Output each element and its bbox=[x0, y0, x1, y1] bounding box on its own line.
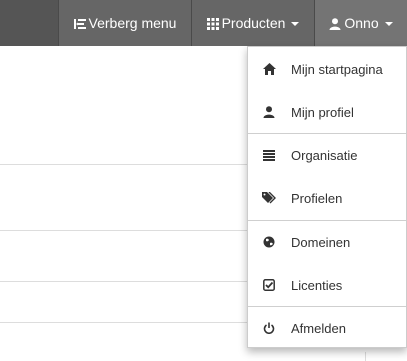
menu-item-label: Licenties bbox=[291, 277, 343, 293]
list-icon bbox=[262, 148, 276, 162]
menu-item-logout[interactable]: Afmelden bbox=[248, 307, 406, 349]
top-navbar: Verberg menu Producten Onno bbox=[0, 0, 407, 46]
content-divider bbox=[0, 230, 248, 231]
chevron-down-icon bbox=[291, 22, 300, 26]
hide-menu-button[interactable]: Verberg menu bbox=[58, 0, 191, 46]
chevron-down-icon bbox=[384, 22, 393, 26]
menu-item-profiles[interactable]: Profielen bbox=[248, 177, 406, 219]
content-divider bbox=[0, 322, 248, 323]
menu-item-label: Afmelden bbox=[291, 320, 346, 336]
menu-item-profile[interactable]: Mijn profiel bbox=[248, 91, 406, 133]
user-dropdown-menu: Mijn startpagina Mijn profiel Organisati… bbox=[247, 46, 407, 348]
home-icon bbox=[262, 62, 276, 76]
user-icon bbox=[329, 17, 341, 30]
menu-item-licenses[interactable]: Licenties bbox=[248, 264, 406, 306]
user-label: Onno bbox=[344, 15, 379, 31]
menu-item-domains[interactable]: Domeinen bbox=[248, 221, 406, 263]
menu-item-label: Domeinen bbox=[291, 234, 351, 250]
user-dropdown-button[interactable]: Onno bbox=[314, 0, 407, 46]
grid-icon bbox=[206, 17, 219, 30]
products-label: Producten bbox=[221, 15, 286, 31]
tags-icon bbox=[262, 191, 276, 205]
hide-menu-icon bbox=[73, 17, 86, 29]
page: Verberg menu Producten Onno Mijn startpa… bbox=[0, 0, 407, 361]
menu-item-label: Organisatie bbox=[291, 147, 358, 163]
menu-item-label: Mijn startpagina bbox=[291, 61, 383, 77]
products-dropdown-button[interactable]: Producten bbox=[191, 0, 314, 46]
menu-item-label: Profielen bbox=[291, 190, 343, 206]
power-icon bbox=[262, 321, 276, 335]
content-divider bbox=[0, 281, 248, 282]
hide-menu-label: Verberg menu bbox=[88, 15, 177, 31]
user-icon bbox=[262, 105, 276, 119]
check-square-icon bbox=[262, 278, 276, 292]
globe-icon bbox=[262, 235, 276, 249]
content-divider bbox=[0, 164, 248, 165]
content-divider bbox=[365, 352, 366, 361]
menu-item-start-page[interactable]: Mijn startpagina bbox=[248, 48, 406, 90]
navbar-left-area bbox=[0, 0, 58, 46]
menu-item-label: Mijn profiel bbox=[291, 104, 354, 120]
menu-item-organization[interactable]: Organisatie bbox=[248, 134, 406, 176]
